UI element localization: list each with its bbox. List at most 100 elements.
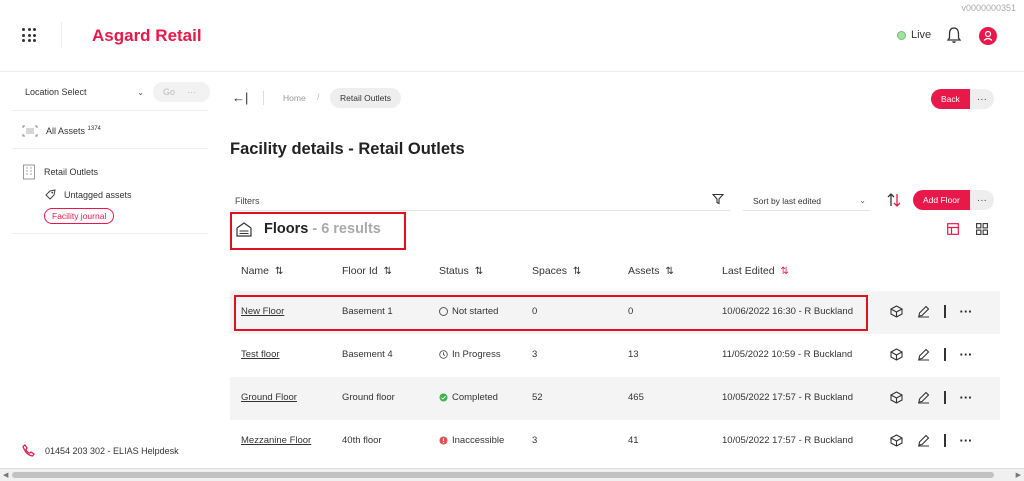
row-actions: ··· [890,304,973,319]
edit-icon[interactable] [917,391,930,404]
helpdesk-label: 01454 203 302 - ELIAS Helpdesk [45,445,179,456]
last-edited-cell: 10/05/2022 17:57 - R Buckland [722,435,853,446]
spaces-cell: 3 [532,435,538,446]
sort-arrows-icon: ⇅ [275,265,284,277]
app-launcher-icon[interactable] [22,28,36,42]
sort-arrows-icon: ⇅ [573,265,582,277]
barcode-scan-icon [22,125,38,137]
column-header-status[interactable]: Status ⇅ [439,265,483,277]
floor-id-cell: Ground floor [342,392,395,403]
notification-bell-icon[interactable] [946,26,962,44]
assets-cell: 41 [628,435,639,446]
breadcrumb-separator: / [317,92,320,102]
row-more-button[interactable]: ··· [960,390,973,405]
column-header-last-edited[interactable]: Last Edited ⇅ [722,265,789,277]
collapse-sidebar-icon[interactable]: ←| [232,90,248,105]
main-content: ←| Home / Retail Outlets Back ··· Facili… [220,73,1024,473]
sidebar-divider [12,233,208,234]
assets-cell: 13 [628,349,639,360]
floor-plan-icon[interactable] [890,305,903,318]
scroll-left-icon[interactable]: ◀ [3,471,8,479]
filters-input[interactable]: Filters [230,191,730,211]
sort-arrows-active-icon: ⇅ [780,265,789,277]
location-select[interactable]: Location Select ⌄ [13,82,150,102]
sidebar-item-untagged[interactable]: Untagged assets [45,189,132,200]
sidebar: Location Select ⌄ Go ··· All Assets 1374… [0,73,220,473]
column-header-assets[interactable]: Assets ⇅ [628,265,674,277]
sort-arrows-icon: ⇅ [383,265,392,277]
breadcrumb-home[interactable]: Home [283,93,306,103]
tag-icon [45,189,56,200]
row-more-button[interactable]: ··· [960,304,973,319]
table-view-icon[interactable] [947,223,959,235]
column-header-spaces[interactable]: Spaces ⇅ [532,265,581,277]
go-more-icon[interactable]: ··· [187,87,196,97]
add-floor-button[interactable]: Add Floor [913,190,970,210]
back-button-group: Back ··· [931,89,994,109]
sidebar-divider [12,110,208,111]
horizontal-scrollbar[interactable]: ◀ ▶ [0,468,1024,481]
grid-view-icon[interactable] [976,223,988,235]
facility-journal-button[interactable]: Facility journal [44,208,115,224]
sort-arrows-icon: ⇅ [665,265,674,277]
brand-title[interactable]: Asgard Retail [92,26,202,46]
sidebar-divider [12,148,208,149]
floors-stack-icon [236,221,252,237]
floor-plan-icon[interactable] [890,434,903,447]
live-dot-icon [897,30,906,40]
all-assets-count: 1374 [87,126,101,132]
row-more-button[interactable]: ··· [960,433,973,448]
floor-name-link[interactable]: Mezzanine Floor [241,435,311,446]
edit-icon[interactable] [917,305,930,318]
sort-arrows-icon: ⇅ [474,265,484,277]
back-button[interactable]: Back [931,89,970,109]
untagged-label: Untagged assets [64,189,132,200]
edit-icon[interactable] [917,434,930,447]
column-header-name[interactable]: Name ⇅ [241,265,283,277]
sidebar-item-all-assets[interactable]: All Assets 1374 [22,125,101,137]
phone-icon [22,444,35,457]
filters-label: Filters [235,195,260,206]
add-floor-group: Add Floor ··· [913,190,994,210]
floor-id-cell: 40th floor [342,435,382,446]
sort-select[interactable]: Sort by last edited ⌄ [743,191,870,211]
sidebar-item-location[interactable]: Retail Outlets [22,164,98,180]
go-label: Go [163,87,176,97]
scrollbar-thumb[interactable] [12,472,994,478]
filter-icon[interactable] [712,193,724,205]
action-divider [944,348,946,361]
scroll-right-icon[interactable]: ▶ [1016,471,1021,479]
breadcrumb-current[interactable]: Retail Outlets [330,88,402,108]
row-highlight-box [234,295,868,331]
clock-icon [439,350,448,359]
table-row[interactable]: Ground Floor Ground floor Completed 52 4… [230,377,1000,420]
edit-icon[interactable] [917,348,930,361]
row-actions: ··· [890,433,973,448]
row-actions: ··· [890,390,973,405]
floor-name-link[interactable]: Test floor [241,349,280,360]
floor-id-cell: Basement 4 [342,349,393,360]
action-divider [944,391,946,404]
table-row[interactable]: Mezzanine Floor 40th floor Inaccessible … [230,420,1000,463]
helpdesk-contact[interactable]: 01454 203 302 - ELIAS Helpdesk [22,444,179,457]
status-cell: Completed [439,392,498,403]
table-row[interactable]: Test floor Basement 4 In Progress 3 13 1… [230,334,1000,377]
header-more-button[interactable]: ··· [969,89,994,109]
user-avatar-icon[interactable] [979,27,997,45]
status-cell: In Progress [439,349,501,360]
live-label: Live [911,29,932,41]
column-header-floor-id[interactable]: Floor Id ⇅ [342,265,392,277]
floor-plan-icon[interactable] [890,348,903,361]
sort-direction-icon[interactable] [886,192,902,208]
floor-plan-icon[interactable] [890,391,903,404]
spaces-cell: 52 [532,392,543,403]
chevron-down-icon: ⌄ [859,196,866,205]
page-title: Facility details - Retail Outlets [230,140,465,158]
floor-name-link[interactable]: Ground Floor [241,392,297,403]
row-more-button[interactable]: ··· [960,347,973,362]
go-button[interactable]: Go ··· [153,82,210,102]
add-floor-more-button[interactable]: ··· [969,190,994,210]
floors-heading: Floors - 6 results [236,221,381,237]
sort-label: Sort by last edited [753,195,822,206]
breadcrumb-divider [263,91,264,105]
